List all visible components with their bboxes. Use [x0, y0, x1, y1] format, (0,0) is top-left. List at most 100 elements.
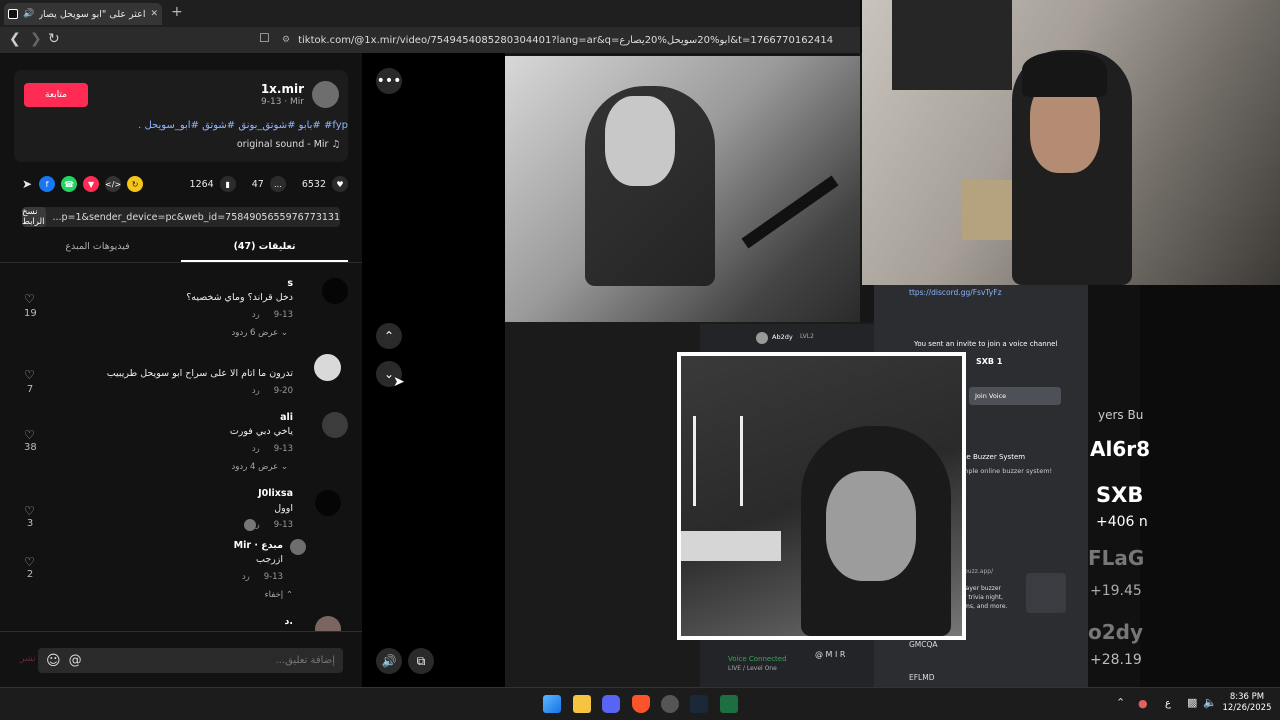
user-ab-avatar: [756, 332, 768, 344]
comment-author[interactable]: J0lixsa: [258, 488, 293, 499]
buzzer-app-icon: [1026, 573, 1066, 613]
tab-creator-videos[interactable]: فيديوهات المبدع: [14, 238, 181, 262]
post-sound[interactable]: original sound - Mir ♫: [237, 139, 340, 150]
forward-icon[interactable]: ❯: [30, 31, 42, 47]
reply-like-icon[interactable]: ♡: [24, 555, 35, 569]
post-actions-row: ➤ f ☎ ▼ </> ↻ 1264 ▮ 47 … 6532 ♥: [14, 174, 348, 194]
join-voice-button[interactable]: Join Voice: [969, 387, 1061, 405]
emoji-icon[interactable]: ☺: [46, 653, 61, 669]
network-icon[interactable]: ▩: [1187, 696, 1197, 709]
share-link-text[interactable]: ...p=1&sender_device=pc&web_id=758490565…: [46, 212, 340, 223]
streamer-hair: [1022, 52, 1107, 97]
repost-icon[interactable]: ↻: [127, 176, 144, 192]
follow-button[interactable]: متابعة: [24, 83, 88, 107]
comment-item: ali ياخي دبي فورت رد 9-13 ♡ 38 عرض 4 ردود…: [14, 412, 348, 474]
previous-video-icon[interactable]: ⌃: [376, 323, 402, 349]
buzz-desc-2: r trivia night,: [964, 594, 1004, 601]
comment-like-icon[interactable]: ♡: [24, 368, 35, 382]
tab-comments[interactable]: تعليقات (47): [181, 238, 348, 262]
score-sxb: +406 n: [1096, 514, 1148, 530]
comment-avatar[interactable]: [314, 354, 341, 381]
discord-icon[interactable]: [602, 695, 620, 713]
reply-link[interactable]: رد: [252, 310, 260, 320]
view-replies-label: عرض 6 ردود: [231, 328, 279, 338]
tiktok-favicon-icon: [8, 9, 18, 19]
volume-tray-icon[interactable]: 🔈: [1203, 696, 1217, 709]
comment-avatar[interactable]: [322, 278, 348, 304]
like-icon[interactable]: ♥: [332, 176, 348, 192]
webcam-feed: [862, 0, 1280, 285]
share-icon[interactable]: ➤: [22, 177, 32, 191]
send-friends-icon[interactable]: ▼: [83, 176, 100, 192]
server-name: SXB 1: [976, 357, 1003, 366]
volume-icon[interactable]: 🔊: [376, 648, 402, 674]
comment-item: J0lixsa اوول رد9-13 ♡ 3: [14, 488, 348, 532]
comment-icon[interactable]: …: [269, 176, 286, 192]
score-o2dy: +28.19: [1090, 652, 1142, 668]
mouse-cursor-icon: ➤: [393, 374, 405, 390]
browser-tab[interactable]: 🔊 اعثر على "ابو سويحل يصارع" على ✕: [4, 3, 162, 25]
picture-in-picture-icon[interactable]: ⧉: [408, 648, 434, 674]
copy-link-button[interactable]: نسخ الرابط: [22, 207, 47, 227]
mic-icon[interactable]: ●: [1138, 697, 1148, 710]
comment-input[interactable]: [89, 655, 335, 666]
comment-like-icon[interactable]: ♡: [24, 428, 35, 442]
reply-link[interactable]: رد: [242, 572, 250, 582]
whatsapp-icon[interactable]: ☎: [61, 176, 78, 192]
bookmark-icon[interactable]: ☐: [259, 31, 270, 45]
obs-icon[interactable]: [661, 695, 679, 713]
brave-browser-icon[interactable]: [632, 695, 650, 713]
buzzer-title: ne Buzzer System: [962, 453, 1026, 461]
comment-author[interactable]: ali: [280, 412, 293, 423]
comment-author[interactable]: s: [287, 278, 293, 289]
back-icon[interactable]: ❮: [9, 31, 21, 47]
reply-avatar[interactable]: [290, 539, 306, 555]
view-replies-link[interactable]: عرض 4 ردود ⌄: [232, 462, 288, 472]
comment-author[interactable]: د.: [285, 616, 294, 627]
voice-connected: Voice Connected: [728, 655, 787, 663]
more-options-icon[interactable]: •••: [376, 68, 402, 94]
creator-username[interactable]: 1x.mir: [261, 82, 304, 96]
comment-avatar[interactable]: [315, 490, 341, 516]
comment-like-count: 38: [24, 442, 37, 453]
comment-item: تدرون ما اتام الا على سراح ابو سويحل طري…: [14, 354, 348, 398]
scoreboard-heading: yers Bu: [1098, 408, 1144, 422]
reply-author[interactable]: Mir · مبدع: [234, 540, 283, 551]
bookmark-post-icon[interactable]: ▮: [219, 176, 236, 192]
facebook-icon[interactable]: f: [39, 176, 56, 192]
post-hashtags[interactable]: fyp# #بابو #شوتق_بونق #شوتق #ابو_سويحل .: [138, 120, 348, 131]
view-replies-label: عرض 4 ردود: [231, 462, 279, 472]
steam-icon[interactable]: [690, 695, 708, 713]
comment-avatar[interactable]: [315, 616, 341, 631]
speaker-icon[interactable]: 🔊: [23, 9, 34, 19]
clock-time: 8:36 PM: [1229, 692, 1265, 702]
system-clock[interactable]: 8:36 PM 12/26/2025: [1222, 692, 1272, 714]
language-indicator[interactable]: ع: [1165, 698, 1171, 709]
url-field[interactable]: ⚙ tiktok.com/@1x.mir/video/7549454085280…: [282, 31, 852, 49]
post-comment-button[interactable]: نشر: [20, 654, 36, 664]
start-icon[interactable]: [543, 695, 561, 713]
comment-like-icon[interactable]: ♡: [24, 504, 35, 518]
mention-icon[interactable]: @: [69, 653, 82, 668]
new-tab-button[interactable]: +: [171, 4, 183, 20]
url-text: tiktok.com/@1x.mir/video/754945408528030…: [298, 34, 834, 46]
shelf: [681, 531, 781, 561]
embed-icon[interactable]: </>: [105, 176, 121, 192]
reply-link[interactable]: رد: [252, 386, 260, 396]
creator-subline: 9-13 · Mir: [261, 97, 304, 107]
scoreboard-panel: [1140, 285, 1280, 687]
site-info-icon[interactable]: ⚙: [282, 35, 290, 45]
comment-like-icon[interactable]: ♡: [24, 292, 35, 306]
view-replies-link[interactable]: عرض 6 ردود ⌄: [232, 328, 288, 338]
spreadsheet-icon[interactable]: [720, 695, 738, 713]
voice-panel: Voice Connected LIVE / Level One @ M I R: [700, 640, 874, 687]
reload-icon[interactable]: ↻: [48, 31, 60, 47]
close-tab-icon[interactable]: ✕: [150, 9, 158, 19]
hide-replies-link[interactable]: إخفاء ⌃: [265, 590, 293, 600]
tray-chevron-icon[interactable]: ⌃: [1116, 696, 1125, 709]
comment-avatar[interactable]: [322, 412, 348, 438]
reply-link[interactable]: رد: [252, 444, 260, 454]
file-explorer-icon[interactable]: [573, 695, 591, 713]
buzzer-desc: mple online buzzer system!: [962, 467, 1053, 475]
creator-avatar[interactable]: [312, 81, 339, 108]
